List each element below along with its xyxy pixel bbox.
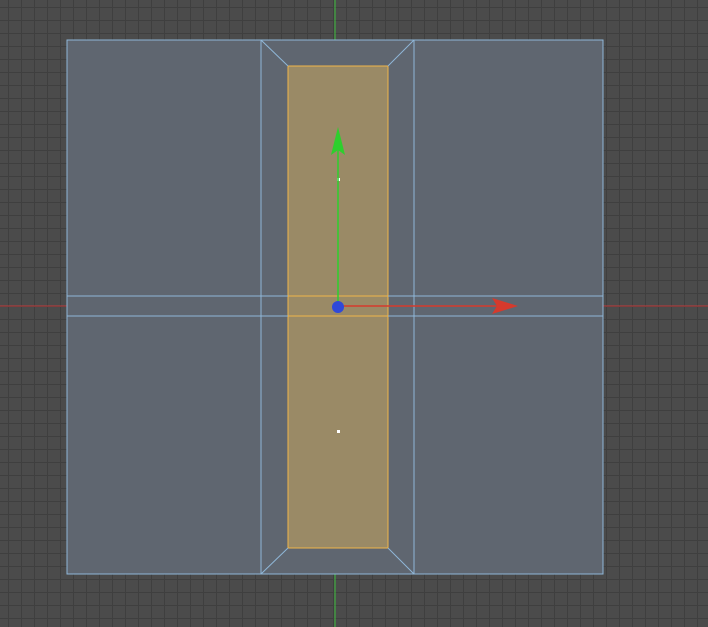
gizmo-center-handle[interactable] xyxy=(332,301,344,313)
3d-viewport[interactable] xyxy=(0,0,708,627)
viewport-canvas[interactable] xyxy=(0,0,708,627)
face-center-dot-lower[interactable] xyxy=(337,430,340,433)
